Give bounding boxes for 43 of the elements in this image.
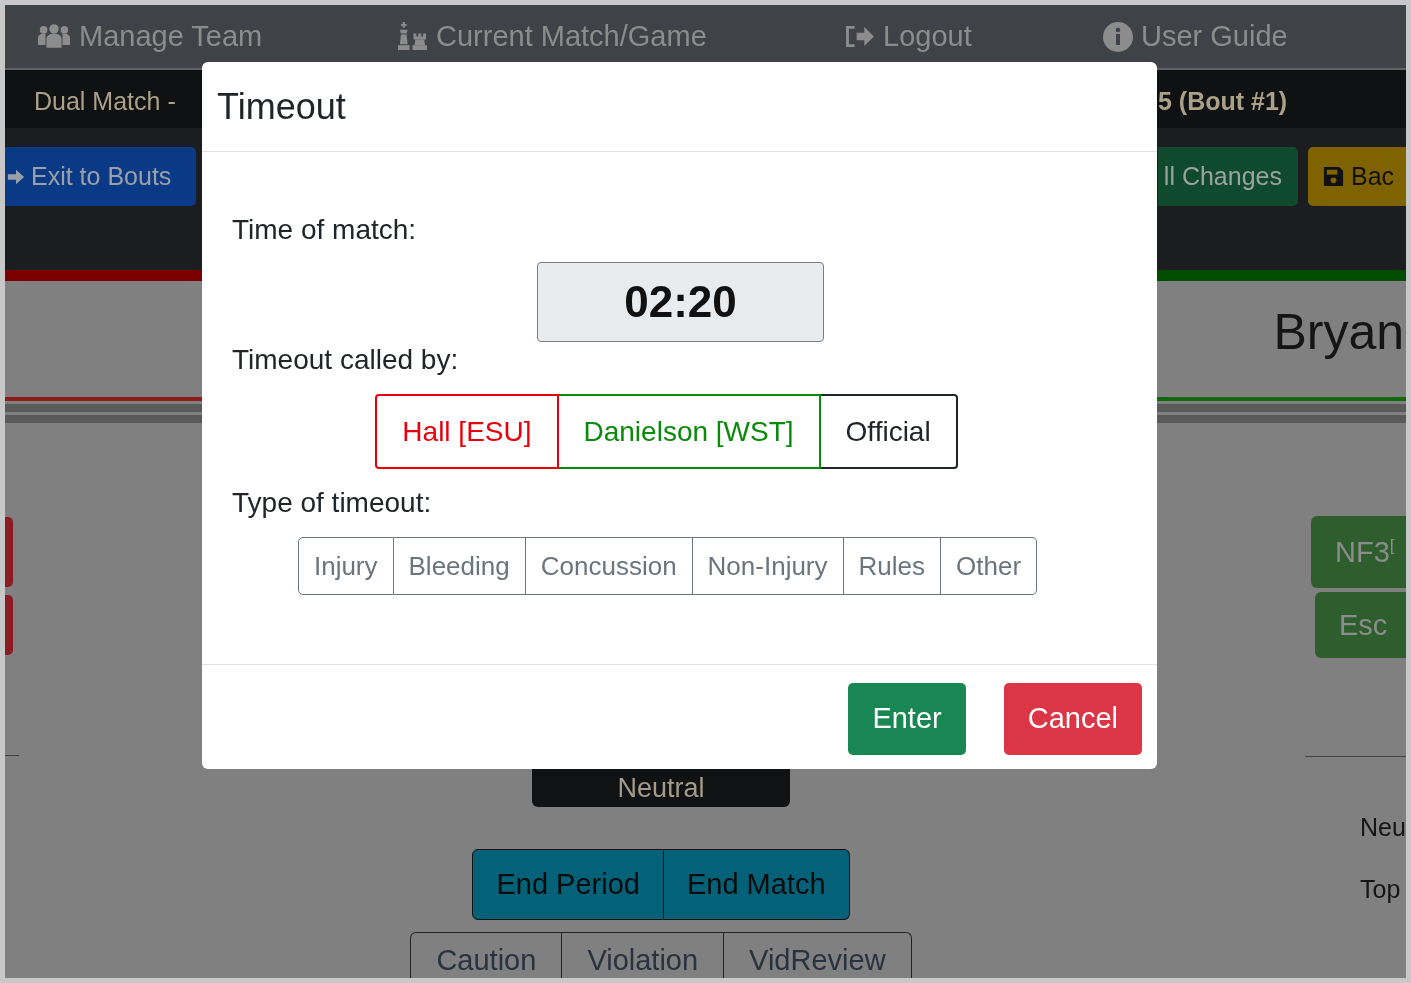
penalty-button[interactable]: Violation [562,932,725,978]
nav-link[interactable]: Current Match/Game [397,20,844,53]
timeout-type-option[interactable]: Non-Injury [692,537,844,595]
cancel-button[interactable]: Cancel [1003,682,1142,755]
enter-button[interactable]: Enter [848,682,966,755]
score-button[interactable]: NF3$^{[}$ [1311,516,1406,588]
wrestler-name: Bryan [1272,303,1405,361]
end-button[interactable]: End Match [663,849,850,920]
nav-link[interactable]: Logout [844,20,1103,53]
modal-title: Timeout [217,85,346,128]
timeout-type-option[interactable]: Bleeding [393,537,526,595]
side-button[interactable] [5,595,13,655]
field-label: Timeout called by: [232,344,460,376]
info-icon [1103,21,1133,52]
arrow-right-icon [7,167,25,186]
position-label: Neu [1360,813,1406,842]
position-label: Top [1360,875,1402,904]
penalty-button[interactable]: Caution [410,932,563,978]
users-icon [37,24,71,49]
caller-option[interactable]: Hall [ESU] [375,394,559,469]
backup-button[interactable]: Bac [1308,147,1406,206]
caller-option[interactable]: Danielson [WST] [558,394,821,469]
match-title: Dual Match - [33,86,177,116]
side-button[interactable] [5,517,13,587]
position-label: Neutral [532,769,790,807]
score-button[interactable]: Esc [1315,592,1406,658]
time-display: 02:20 [537,262,824,342]
end-button[interactable]: End Period [472,849,664,920]
timeout-type-option[interactable]: Injury [297,537,394,595]
bout-title: 5 (Bout #1) [1158,86,1289,116]
exit-button[interactable]: Exit to Bouts [5,147,196,206]
chess-pieces-icon [397,22,428,51]
timeout-type-option[interactable]: Concussion [525,537,693,595]
field-label: Time of match: [232,214,418,246]
penalty-button[interactable]: VidReview [724,932,912,978]
save-changes-button[interactable]: ll Changes [1158,147,1298,206]
logout-icon [844,24,875,49]
timeout-type-option[interactable]: Other [941,537,1038,595]
nav-link[interactable]: User Guide [1103,20,1406,53]
timeout-type-option[interactable]: Rules [843,537,941,595]
caller-option[interactable]: Official [820,394,958,469]
nav-link[interactable]: Manage Team [37,20,397,53]
field-label: Type of timeout: [232,487,433,519]
